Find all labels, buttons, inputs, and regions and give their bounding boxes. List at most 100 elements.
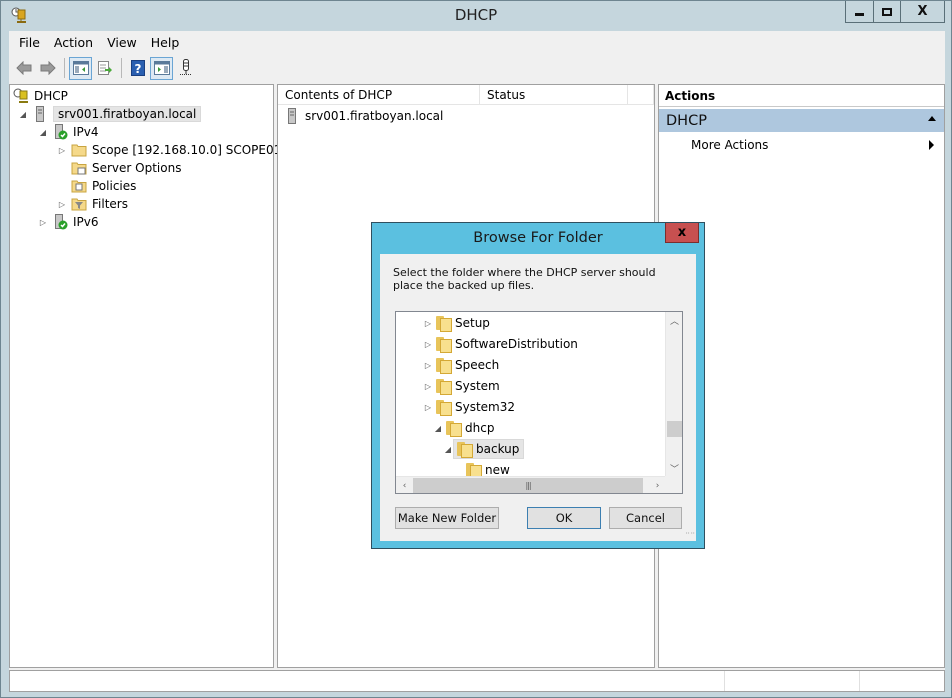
- server-icon: [32, 106, 48, 122]
- list-item-server[interactable]: srv001.firatboyan.local: [284, 107, 443, 125]
- collapsed-icon[interactable]: ▷: [423, 360, 433, 370]
- cancel-button[interactable]: Cancel: [609, 507, 682, 529]
- menu-view[interactable]: View: [100, 35, 144, 50]
- expanded-icon[interactable]: ◢: [18, 109, 28, 119]
- toolbar: ?: [9, 54, 945, 82]
- folder-label: System: [455, 379, 500, 393]
- status-cell: [725, 671, 860, 691]
- tree-label: srv001.firatboyan.local: [53, 106, 202, 122]
- folder-item-speech[interactable]: ▷ Speech: [423, 355, 499, 375]
- expanded-icon[interactable]: ◢: [443, 444, 453, 454]
- minimize-button[interactable]: [845, 1, 873, 23]
- actions-group-dhcp[interactable]: DHCP: [659, 109, 944, 132]
- show-hide-action-pane-button[interactable]: [150, 56, 173, 80]
- folder-item-dhcp[interactable]: ◢ dhcp: [433, 418, 494, 438]
- action-label: More Actions: [691, 138, 769, 152]
- menu-help[interactable]: Help: [144, 35, 187, 50]
- console-tree-pane: DHCP ◢ srv001.firatboyan.local ◢ IPv4 ▷: [9, 84, 281, 668]
- collapse-icon[interactable]: [928, 116, 936, 121]
- ok-button[interactable]: OK: [527, 507, 601, 529]
- tree-item-server-options[interactable]: Server Options: [67, 159, 181, 177]
- folder-item-system[interactable]: ▷ System: [423, 376, 500, 396]
- actions-header: Actions: [659, 85, 944, 107]
- vertical-scroll-thumb[interactable]: [667, 421, 682, 437]
- scroll-up-icon[interactable]: ︿: [666, 312, 682, 329]
- expanded-icon[interactable]: ◢: [433, 423, 443, 433]
- collapsed-icon[interactable]: ▷: [423, 381, 433, 391]
- back-button[interactable]: [12, 57, 35, 80]
- resize-grip-icon[interactable]: ⠤⠤: [685, 529, 695, 538]
- toolbar-separator: [64, 58, 65, 78]
- ipv6-server-ok-icon: [52, 214, 68, 230]
- help-button[interactable]: ?: [126, 57, 149, 80]
- tree-item-filters[interactable]: ▷ Filters: [57, 195, 128, 213]
- folder-icon: [435, 357, 452, 374]
- policies-icon: [71, 178, 87, 194]
- tree-item-dhcp-root[interactable]: DHCP: [11, 87, 68, 105]
- folder-item-backup[interactable]: ◢ backup: [443, 439, 525, 459]
- folder-item-setup[interactable]: ▷ Setup: [423, 313, 490, 333]
- vertical-scrollbar[interactable]: ︿ ﹀: [665, 312, 682, 477]
- dialog-close-button[interactable]: x: [665, 223, 699, 243]
- forward-button[interactable]: [36, 57, 59, 80]
- tree-label: Scope [192.168.10.0] SCOPE01: [92, 143, 282, 157]
- tree-item-policies[interactable]: Policies: [67, 177, 136, 195]
- horizontal-scrollbar[interactable]: ‹ ||| ›: [396, 476, 666, 493]
- folder-label: Setup: [455, 316, 490, 330]
- collapsed-icon[interactable]: ▷: [423, 402, 433, 412]
- folder-tree[interactable]: ▷ Setup ▷ SoftwareDistribution ▷ Speech …: [395, 311, 683, 494]
- server-icon: [179, 59, 192, 75]
- collapsed-icon[interactable]: ▷: [423, 339, 433, 349]
- scroll-left-icon[interactable]: ‹: [396, 477, 413, 493]
- column-header-contents[interactable]: Contents of DHCP: [278, 85, 480, 105]
- scroll-down-icon[interactable]: ﹀: [666, 460, 682, 477]
- tree-label: IPv4: [73, 125, 99, 139]
- folder-icon: [435, 336, 452, 353]
- show-hide-console-tree-button[interactable]: [69, 56, 92, 80]
- menu-action[interactable]: Action: [47, 35, 100, 50]
- horizontal-scroll-thumb[interactable]: |||: [413, 478, 643, 493]
- folder-label: System32: [455, 400, 516, 414]
- tree-item-server[interactable]: ◢ srv001.firatboyan.local: [18, 105, 202, 123]
- menu-file[interactable]: File: [12, 35, 47, 50]
- export-list-icon: [97, 61, 112, 75]
- tree-item-scope[interactable]: ▷ Scope [192.168.10.0] SCOPE01: [57, 141, 281, 159]
- tree-label: Filters: [92, 197, 128, 211]
- submenu-arrow-icon: [929, 140, 934, 150]
- ipv4-server-ok-icon: [52, 124, 68, 140]
- tree-label: DHCP: [34, 89, 68, 103]
- selected-folder: backup: [453, 439, 525, 459]
- make-new-folder-button[interactable]: Make New Folder: [395, 507, 499, 529]
- folder-label: dhcp: [465, 421, 495, 435]
- svg-text:?: ?: [134, 62, 141, 76]
- status-cell: [860, 671, 944, 691]
- server-button[interactable]: [174, 57, 197, 80]
- server-icon: [284, 108, 300, 124]
- collapsed-icon[interactable]: ▷: [38, 217, 48, 227]
- folder-icon: [435, 399, 452, 416]
- status-bar: [9, 670, 945, 692]
- dhcp-icon: [13, 88, 29, 104]
- expanded-icon[interactable]: ◢: [38, 127, 48, 137]
- collapsed-icon[interactable]: ▷: [57, 145, 67, 155]
- folder-icon: [456, 441, 473, 458]
- column-header-status[interactable]: Status: [480, 85, 628, 105]
- folder-icon: [435, 378, 452, 395]
- tree-item-ipv6[interactable]: ▷ IPv6: [38, 213, 99, 231]
- maximize-button[interactable]: [873, 1, 900, 23]
- scroll-right-icon[interactable]: ›: [649, 477, 666, 493]
- folder-item-softwaredistribution[interactable]: ▷ SoftwareDistribution: [423, 334, 578, 354]
- tree-item-ipv4[interactable]: ◢ IPv4: [38, 123, 99, 141]
- export-list-button[interactable]: [93, 57, 116, 80]
- collapsed-icon[interactable]: ▷: [423, 318, 433, 328]
- folder-label: new: [485, 463, 510, 477]
- folder-item-system32[interactable]: ▷ System32: [423, 397, 515, 417]
- menu-bar: File Action View Help: [9, 31, 945, 53]
- folder-icon: [435, 315, 452, 332]
- title-bar[interactable]: DHCP X: [1, 1, 951, 31]
- action-more-actions[interactable]: More Actions: [659, 135, 944, 155]
- action-pane-icon: [153, 61, 170, 75]
- actions-group-label: DHCP: [666, 112, 707, 129]
- close-button[interactable]: X: [900, 1, 945, 23]
- collapsed-icon[interactable]: ▷: [57, 199, 67, 209]
